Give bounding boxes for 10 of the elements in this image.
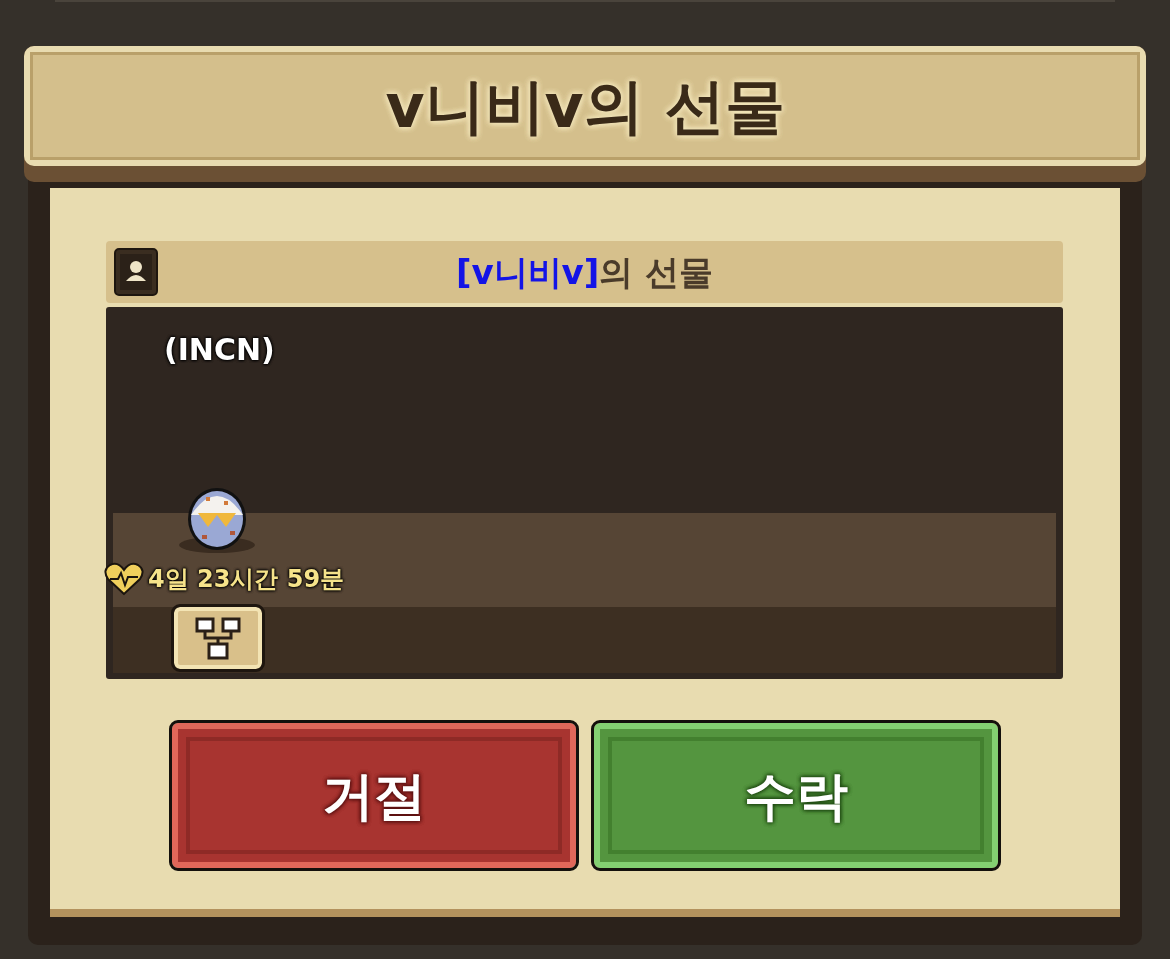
dialog-title: v니비v의 선물 bbox=[385, 70, 785, 143]
tree-button[interactable] bbox=[174, 607, 262, 669]
profile-icon bbox=[114, 248, 158, 296]
pet-name: (INCN) bbox=[164, 331, 275, 369]
timer-text: 4일 23시간 59분 bbox=[148, 564, 345, 595]
accept-button[interactable]: 수락 bbox=[594, 723, 998, 868]
heart-pulse-icon bbox=[104, 562, 144, 596]
gift-header-text: [v니비v]의 선물 bbox=[455, 250, 714, 294]
reject-button[interactable]: 거절 bbox=[172, 723, 576, 868]
tree-icon bbox=[194, 616, 242, 660]
